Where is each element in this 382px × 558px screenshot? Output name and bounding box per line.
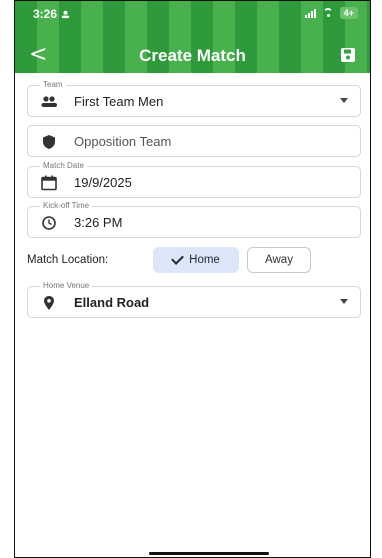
match-location-row: Match Location: Home Away: [27, 247, 361, 273]
account-icon: [61, 10, 70, 18]
people-icon: [41, 96, 57, 107]
phone-screen: 3:26 4+ < Create Match Team First Team M…: [14, 0, 371, 558]
calendar-icon: [41, 175, 57, 191]
chevron-down-icon: [340, 98, 348, 103]
check-icon: [171, 252, 185, 265]
away-toggle[interactable]: Away: [247, 247, 311, 273]
match-location-label: Match Location:: [27, 254, 109, 266]
opposition-placeholder: Opposition Team: [74, 134, 172, 149]
team-select[interactable]: Team First Team Men: [27, 79, 361, 117]
home-toggle[interactable]: Home: [153, 247, 239, 273]
team-label: Team: [40, 79, 66, 91]
match-date-field[interactable]: Match Date 19/9/2025: [27, 160, 361, 198]
status-time-text: 3:26: [33, 7, 58, 21]
signal-icon: [304, 8, 316, 18]
status-time: 3:26: [33, 7, 70, 21]
status-indicators: 4+: [304, 7, 358, 19]
app-header: 3:26 4+ < Create Match: [15, 1, 370, 73]
clock-icon: [42, 216, 56, 230]
home-indicator[interactable]: [149, 552, 269, 555]
status-bar: 3:26 4+: [15, 1, 370, 27]
match-date-label: Match Date: [40, 160, 87, 172]
away-toggle-label: Away: [265, 254, 293, 266]
kickoff-value: 3:26 PM: [74, 215, 123, 230]
kickoff-label: Kick-off Time: [40, 200, 93, 212]
wifi-icon: [322, 8, 334, 18]
home-venue-select[interactable]: Home Venue Elland Road: [27, 280, 361, 318]
match-date-value: 19/9/2025: [74, 175, 132, 190]
page-title: Create Match: [139, 46, 246, 65]
save-icon[interactable]: [340, 47, 356, 63]
chevron-down-icon: [340, 299, 348, 304]
opposition-field[interactable]: Opposition Team: [27, 125, 361, 157]
toolbar: < Create Match: [15, 39, 370, 73]
home-venue-label: Home Venue: [40, 280, 93, 292]
battery-badge: 4+: [339, 7, 358, 19]
home-venue-value: Elland Road: [74, 295, 150, 310]
shield-icon: [43, 135, 55, 149]
kickoff-time-field[interactable]: Kick-off Time 3:26 PM: [27, 200, 361, 238]
team-value: First Team Men: [74, 94, 164, 109]
location-pin-icon: [44, 296, 54, 310]
home-toggle-label: Home: [189, 254, 220, 266]
